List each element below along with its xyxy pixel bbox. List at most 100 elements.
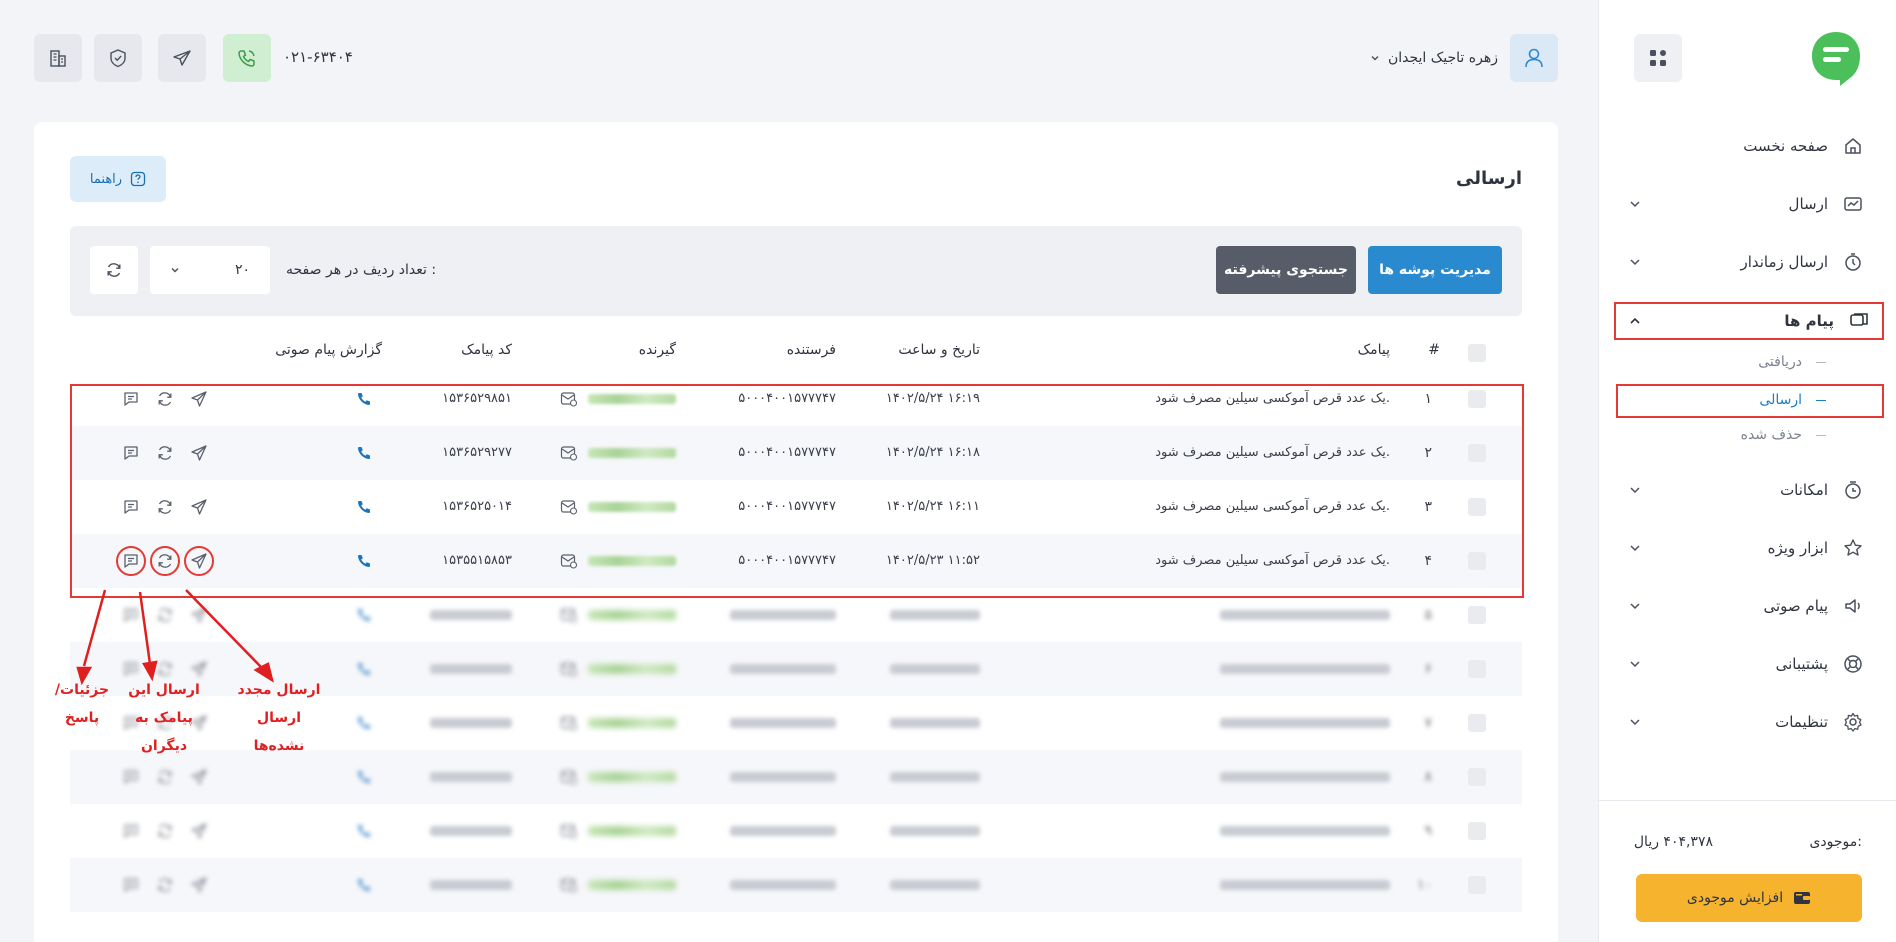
help-button[interactable]: راهنما [70,156,166,202]
chevron-down-icon [171,268,179,273]
table-row[interactable]: ۹ [70,804,1522,858]
sidebar-item-special-tools[interactable]: ابزار ویژه [1616,529,1876,567]
sidebar-item-label: تنظیمات [1775,713,1828,731]
forward-button[interactable] [188,604,210,626]
row-checkbox[interactable] [1468,714,1486,732]
refresh-icon [156,876,174,894]
app-logo-icon[interactable] [1810,30,1862,88]
balance-value: ۴۰۴,۳۷۸ ریال [1633,834,1713,850]
home-icon [1842,135,1864,157]
col-index: # [1428,342,1440,358]
visible-rows-highlight [70,384,1524,598]
speaker-icon [1842,595,1864,617]
select-all-checkbox[interactable] [1468,344,1486,362]
row-sms-code-redacted [430,610,512,620]
resend-button[interactable] [154,820,176,842]
message-icon [122,876,140,894]
security-button[interactable] [94,34,142,82]
increase-balance-button[interactable]: افزایش موجودی [1636,874,1862,922]
sidebar-item-scheduled-send[interactable]: ارسال زماندار [1616,243,1876,281]
page-title: ارسالی [1456,168,1522,189]
support-icon [1842,653,1864,675]
voice-report-phone-icon[interactable] [356,715,372,731]
rows-per-page-select[interactable]: ۲۰ [150,246,270,294]
forward-icon [190,876,208,894]
sidebar-subitem-inbox[interactable]: دریافتی [1646,347,1826,377]
apps-grid-button[interactable] [1634,34,1682,82]
col-datetime: تاریخ و ساعت [898,342,980,358]
sidebar-item-support[interactable]: پشتیبانی [1616,645,1876,683]
row-receiver-redacted [588,664,676,674]
details-reply-button[interactable] [120,604,142,626]
receiver-details-icon[interactable] [560,607,578,623]
sidebar-item-label: امکانات [1780,481,1828,499]
voice-report-phone-icon[interactable] [356,661,372,677]
sidebar-item-features[interactable]: امکانات [1616,471,1876,509]
call-button[interactable] [223,34,271,82]
voice-report-phone-icon[interactable] [356,823,372,839]
details-reply-button[interactable] [120,820,142,842]
telegram-button[interactable] [158,34,206,82]
user-avatar-icon [1510,34,1558,82]
forward-button[interactable] [188,766,210,788]
star-icon [1842,537,1864,559]
receiver-details-icon[interactable] [560,661,578,677]
voice-report-phone-icon[interactable] [356,877,372,893]
receiver-details-icon[interactable] [560,823,578,839]
voice-report-phone-icon[interactable] [356,769,372,785]
row-sms-code-redacted [430,772,512,782]
sidebar-item-send[interactable]: ارسال [1616,185,1876,223]
row-receiver-redacted [588,772,676,782]
refresh-icon [156,768,174,786]
col-sms-code: کد پیامک [461,342,512,358]
send-sms-icon [1842,193,1864,215]
messages-icon [1848,310,1870,332]
timer-icon [1842,251,1864,273]
row-index: ۸ [1424,769,1432,785]
row-checkbox[interactable] [1468,606,1486,624]
row-message-redacted [1220,880,1390,890]
row-receiver-redacted [588,826,676,836]
manage-folders-button[interactable]: مدیریت پوشه ها [1368,246,1502,294]
sidebar-item-messages[interactable]: پیام ها [1614,302,1884,340]
details-reply-button[interactable] [120,874,142,896]
row-checkbox[interactable] [1468,768,1486,786]
receiver-details-icon[interactable] [560,715,578,731]
sidebar-item-voice-message[interactable]: پیام صوتی [1616,587,1876,625]
refresh-icon [156,606,174,624]
dash-icon [1816,361,1826,363]
receiver-details-icon[interactable] [560,877,578,893]
row-checkbox[interactable] [1468,876,1486,894]
resend-button[interactable] [154,874,176,896]
advanced-search-button[interactable]: جستجوی پیشرفته [1216,246,1356,294]
receiver-details-icon[interactable] [560,769,578,785]
rows-per-page-label: تعداد ردیف در هر صفحه : [286,262,437,278]
user-menu[interactable]: زهره تاجیک ایجدان [1370,34,1558,82]
table-row[interactable]: ۱۰ [70,858,1522,912]
sidebar-subitem-deleted[interactable]: حذف شده [1646,420,1826,450]
forward-button[interactable] [188,874,210,896]
row-checkbox[interactable] [1468,660,1486,678]
sidebar-item-label: پیام صوتی [1763,597,1829,615]
row-checkbox[interactable] [1468,822,1486,840]
voice-report-phone-icon[interactable] [356,607,372,623]
row-sms-code-redacted [430,826,512,836]
row-receiver-redacted [588,718,676,728]
col-sender: فرستنده [786,342,836,358]
sidebar-subitem-sent[interactable]: ارسالی [1646,385,1826,415]
row-sms-code-redacted [430,718,512,728]
apps-grid-icon [1650,50,1666,66]
sidebar-item-settings[interactable]: تنظیمات [1616,703,1876,741]
organization-button[interactable] [34,34,82,82]
details-reply-button[interactable] [120,766,142,788]
sidebar-item-home[interactable]: صفحه نخست [1616,127,1876,165]
resend-button[interactable] [154,766,176,788]
resend-button[interactable] [154,604,176,626]
row-receiver-redacted [588,610,676,620]
sidebar-subitem-label: حذف شده [1740,427,1802,443]
table-header: # پیامک تاریخ و ساعت فرستنده گیرنده کد پ… [70,332,1522,372]
refresh-button[interactable] [90,246,138,294]
row-index: ۱۰ [1416,877,1432,893]
row-sender-redacted [730,664,836,674]
forward-button[interactable] [188,820,210,842]
